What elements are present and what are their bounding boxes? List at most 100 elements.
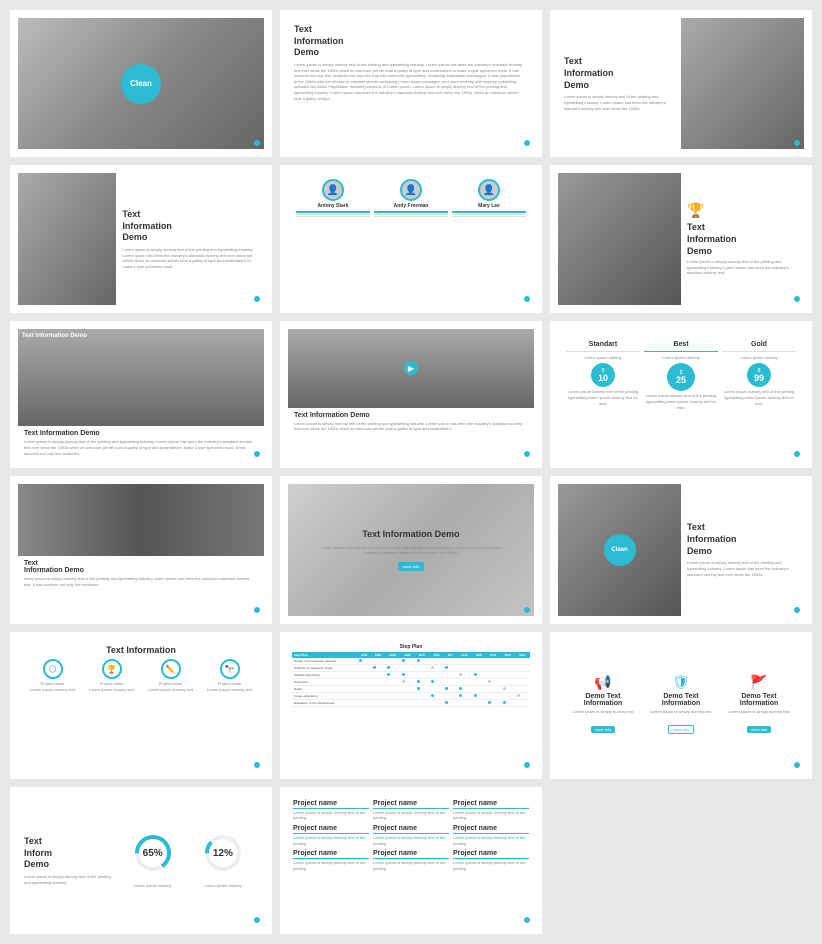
row-label: Retail: [292, 685, 357, 692]
slide-11: Text Information Demo Lorem ipsum is sim…: [280, 476, 542, 623]
proj-icon-3: ✏️ Project name Lorem ipsum dummy text: [141, 659, 200, 692]
person-andy: 👤 Andy Freeman: [372, 179, 450, 217]
pricing-best-desc: Lorem ipsum dummy: [644, 355, 718, 361]
person-name-antony: Antony Stark: [296, 203, 370, 209]
slide-6: 🏆 TextInformationDemo Lorem ipsum is sim…: [550, 165, 812, 312]
slide-nav-dot: [524, 917, 530, 923]
stat-65-value: 65%: [133, 848, 173, 859]
slide-nav-dot: [794, 762, 800, 768]
proj-name-5: Project name: [373, 825, 449, 832]
shield-icon: 🛡: [642, 674, 720, 691]
more-info-btn-1[interactable]: more info: [591, 726, 616, 733]
slide-9: Standart Lorem ipsum dummy $ 10 Lorem ip…: [550, 321, 812, 468]
table-row: Statistic advertising: [292, 671, 530, 678]
slide-8: ▶ Text Information Demo Lorem ipsum is s…: [280, 321, 542, 468]
slide-nav-dot: [524, 762, 530, 768]
proj-name-6: Project name: [453, 825, 529, 832]
project-item-8: Project name Lorem ipsum is simply dummy…: [373, 850, 449, 871]
slide7-sub-title: Text Information Demo: [24, 430, 258, 437]
row-label: Image advertising: [292, 692, 357, 699]
slide-10: TextInformation Demo lorem ipsum is simp…: [10, 476, 272, 623]
price-gold: 99: [754, 374, 764, 383]
more-info-btn-3[interactable]: more info: [747, 726, 772, 733]
slide-nav-dot: [524, 296, 530, 302]
project-item-2: Project name Lorem ipsum is simply dummy…: [373, 800, 449, 821]
person-name-mary: Mary Lee: [452, 203, 526, 209]
project-item-3: Project name Lorem ipsum is simply dummy…: [453, 800, 529, 821]
proj-name-8: Project name: [373, 850, 449, 857]
slide-3: TextInformationDemo Lorem ipsum is simpl…: [550, 10, 812, 157]
slide-17: Project name Lorem ipsum is simply dummy…: [280, 787, 542, 934]
pricing-standart-desc: Lorem ipsum dummy: [566, 355, 640, 361]
slide-7: Text Information Demo Text Information D…: [10, 321, 272, 468]
pricing-gold-label: Gold: [722, 341, 796, 348]
slide16-body: Lorem ipsum is simply dummy text of the …: [24, 874, 118, 885]
row-label: Analysis of customers needs: [292, 664, 357, 671]
pricing-standart: Standart Lorem ipsum dummy $ 10 Lorem ip…: [564, 339, 642, 408]
project-item-4: Project name Lorem ipsum is simply dummy…: [293, 825, 369, 846]
trophy-icon: 🏆: [687, 202, 798, 219]
demo-text-2: Demo TextInformation: [642, 693, 720, 707]
demo-text-3: Demo TextInformation: [720, 693, 798, 707]
slide-5: 👤 Antony Stark 👤 Andy Freeman 👤 Mary Lee: [280, 165, 542, 312]
price-best: 25: [676, 376, 686, 385]
slide4-title: TextInformationDemo: [122, 209, 258, 244]
slide-13: Text Information ⬡ Project name Lorem ip…: [10, 632, 272, 779]
row-label: Production: [292, 678, 357, 685]
slide2-body: Lorem ipsum is simply dummy text of the …: [294, 62, 524, 101]
table-row: Image advertising: [292, 692, 530, 699]
slide11-body: Lorem ipsum is simply dummy text of the …: [319, 545, 503, 556]
table-row: Evaluation of the effectiveness: [292, 699, 530, 706]
slide-4: TextInformationDemo Lorem ipsum is simpl…: [10, 165, 272, 312]
pricing-best-label: Best: [644, 341, 718, 348]
slide-nav-dot: [254, 762, 260, 768]
pricing-standart-label: Standart: [566, 341, 640, 348]
slide3-body: Lorem ipsum is simply dummy text of the …: [564, 94, 675, 111]
person-name-andy: Andy Freeman: [374, 203, 448, 209]
stat-12-value: 12%: [203, 848, 243, 859]
slide-12: Clean TextInformationDemo Lorem ipsum is…: [550, 476, 812, 623]
slide6-title: TextInformationDemo: [687, 222, 798, 257]
slide16-title: TextInformDemo: [24, 836, 118, 871]
proj-name-7: Project name: [293, 850, 369, 857]
proj-icon-4: 🔭 Project name Lorem ipsum dummy text: [200, 659, 259, 692]
project-item-7: Project name Lorem ipsum is simply dummy…: [293, 850, 369, 871]
slide-2: TextInformationDemo Lorem ipsum is simpl…: [280, 10, 542, 157]
more-info-btn-2[interactable]: more info: [668, 725, 695, 734]
step-plan-title: Step Plan: [292, 644, 530, 650]
person-mary: 👤 Mary Lee: [450, 179, 528, 217]
slide7-body: Lorem ipsum is simply dummy text of the …: [24, 439, 258, 456]
slide13-title: Text Information: [23, 645, 259, 657]
slide-nav-dot: [524, 451, 530, 457]
clean-circle: Clean: [121, 64, 161, 104]
proj-name-3: Project name: [453, 800, 529, 807]
pricing-gold-desc: Lorem ipsum dummy: [722, 355, 796, 361]
table-row: Production: [292, 678, 530, 685]
slide12-body: Lorem ipsum is simply dummy text of the …: [687, 560, 798, 577]
slide-nav-dot: [524, 140, 530, 146]
proj-name-1: Project name: [293, 800, 369, 807]
slide-nav-dot: [794, 451, 800, 457]
person-antony: 👤 Antony Stark: [294, 179, 372, 217]
stat-65: 65% Lorem ipsum dummy: [133, 833, 173, 889]
proj-name-2: Project name: [373, 800, 449, 807]
pricing-gold: Gold Lorem ipsum dummy $ 99 Lorem ipsum …: [720, 339, 798, 408]
slide8-body: Lorem ipsum is simply dummy text of the …: [294, 421, 528, 432]
more-info-button[interactable]: more info: [398, 562, 425, 571]
pricing-best: Best Lorem ipsum dummy $ 25 Lorem ipsum …: [642, 339, 720, 412]
flag-icon: 🚩: [720, 674, 798, 691]
slide-1: Clean: [10, 10, 272, 157]
slides-grid: Clean TextInformationDemo Lorem ipsum is…: [10, 10, 812, 934]
project-icon-4: 🔭: [220, 659, 240, 679]
icon-item-megaphone: 📢 Demo TextInformation Lorem ipsum is si…: [564, 674, 642, 736]
table-row: Analysis of customers needs: [292, 664, 530, 671]
project-item-6: Project name Lorem ipsum is simply dummy…: [453, 825, 529, 846]
row-label: Statistic advertising: [292, 671, 357, 678]
project-grid: Project name Lorem ipsum is simply dummy…: [293, 800, 529, 872]
slide8-title: Text Information Demo: [294, 412, 528, 419]
slide-16: TextInformDemo Lorem ipsum is simply dum…: [10, 787, 272, 934]
slide-nav-dot: [254, 917, 260, 923]
slide-nav-dot: [254, 607, 260, 613]
project-icon-2: 🏆: [102, 659, 122, 679]
megaphone-icon: 📢: [564, 674, 642, 691]
